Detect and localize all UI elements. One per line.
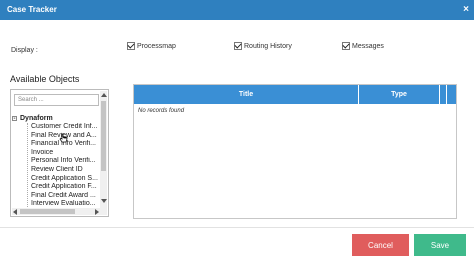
processmap-option[interactable]: Processmap bbox=[127, 42, 176, 50]
footer-divider bbox=[0, 227, 474, 228]
column-type-header[interactable]: Type bbox=[359, 85, 440, 104]
tree-node-dynaform[interactable]: - Dynaform bbox=[12, 115, 53, 122]
display-label: Display : bbox=[11, 47, 38, 54]
hand-cursor-icon bbox=[59, 133, 68, 143]
tree-connector bbox=[27, 123, 28, 213]
routing-history-checkbox[interactable] bbox=[234, 42, 242, 50]
column-spacer bbox=[440, 85, 447, 104]
messages-option[interactable]: Messages bbox=[342, 42, 384, 50]
tree-item[interactable]: Personal Info Verifi... bbox=[31, 157, 101, 166]
available-objects-heading: Available Objects bbox=[10, 74, 80, 84]
cancel-button[interactable]: Cancel bbox=[352, 234, 409, 256]
tree-item[interactable]: Final Credit Award ... bbox=[31, 192, 101, 201]
column-title-header[interactable]: Title bbox=[134, 85, 359, 104]
tracker-grid: Title Type No records found bbox=[133, 84, 457, 219]
tree-item[interactable]: Credit Application F... bbox=[31, 183, 101, 192]
save-button[interactable]: Save bbox=[414, 234, 466, 256]
collapse-icon[interactable]: - bbox=[12, 116, 17, 122]
processmap-checkbox[interactable] bbox=[127, 42, 135, 50]
scroll-down-icon[interactable] bbox=[101, 199, 107, 203]
dialog-titlebar: Case Tracker × bbox=[0, 0, 474, 20]
scroll-up-icon[interactable] bbox=[101, 93, 107, 97]
tree-horizontal-scrollbar[interactable] bbox=[12, 208, 100, 215]
processmap-label: Processmap bbox=[137, 42, 176, 50]
messages-checkbox[interactable] bbox=[342, 42, 350, 50]
grid-header: Title Type bbox=[134, 85, 456, 104]
tree-item[interactable]: Customer Credit Inf... bbox=[31, 123, 101, 132]
routing-history-option[interactable]: Routing History bbox=[234, 42, 292, 50]
scroll-thumb[interactable] bbox=[20, 209, 75, 214]
dialog-title: Case Tracker bbox=[7, 5, 57, 14]
messages-label: Messages bbox=[352, 42, 384, 50]
objects-tree-panel: Search ... - Dynaform Customer Credit In… bbox=[10, 89, 109, 217]
scroll-left-icon[interactable] bbox=[13, 209, 17, 215]
routing-history-label: Routing History bbox=[244, 42, 292, 50]
empty-message: No records found bbox=[138, 108, 185, 114]
tree-node-label: Dynaform bbox=[20, 115, 53, 122]
tree-item[interactable]: Review Client ID bbox=[31, 166, 101, 175]
scroll-right-icon[interactable] bbox=[95, 209, 99, 215]
tree-item[interactable]: Invoice bbox=[31, 149, 101, 158]
scroll-thumb[interactable] bbox=[101, 101, 106, 171]
close-icon[interactable]: × bbox=[463, 5, 469, 15]
search-input[interactable]: Search ... bbox=[14, 94, 99, 106]
tree-vertical-scrollbar[interactable] bbox=[100, 91, 107, 215]
tree-item[interactable]: Credit Application S... bbox=[31, 175, 101, 184]
